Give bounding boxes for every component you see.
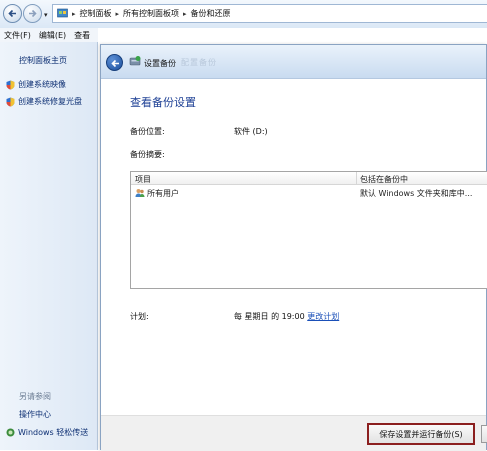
list-item-name: 所有用户 [147, 189, 179, 198]
forward-button[interactable] [23, 4, 42, 23]
transfer-icon [6, 428, 15, 437]
windows-easy-transfer-label: Windows 轻松传送 [18, 428, 89, 437]
schedule-value: 每 星期日 的 19:00 [234, 312, 305, 321]
wizard-title: 设置备份 [144, 59, 176, 68]
menu-file[interactable]: 文件(F) [4, 30, 31, 41]
see-also-heading: 另请参阅 [19, 392, 51, 401]
shield-icon [6, 97, 15, 106]
backup-location-value: 软件 (D:) [234, 127, 268, 136]
forward-arrow-icon [29, 9, 37, 18]
backup-icon [129, 56, 141, 66]
change-schedule-link[interactable]: 更改计划 [307, 312, 339, 321]
back-arrow-icon [8, 9, 16, 18]
wizard-back-button[interactable] [106, 54, 123, 71]
breadcrumb-separator: ▸ [115, 9, 120, 18]
setup-backup-wizard: 设置备份 配置备份 查看备份设置 备份位置: 软件 (D:) 备份摘要: 项目 … [100, 44, 487, 451]
breadcrumb-control-panel[interactable]: 控制面板 [80, 8, 112, 19]
breadcrumb-separator: ▸ [72, 9, 76, 18]
breadcrumb-separator: ▸ [183, 9, 187, 18]
list-item[interactable]: 所有用户 默认 Windows 文件夹和库中... [131, 187, 487, 199]
list-header: 项目 包括在备份中 [131, 172, 487, 185]
breadcrumb-all-items[interactable]: 所有控制面板项 [123, 8, 179, 19]
column-divider[interactable] [356, 172, 357, 185]
back-arrow-icon [111, 59, 119, 68]
shield-icon [6, 80, 15, 89]
address-bar-area: ▾ ▸ 控制面板 ▸ 所有控制面板项 ▸ 备份和还原 [0, 0, 487, 28]
schedule-label: 计划: [130, 312, 149, 321]
users-icon [135, 189, 145, 197]
backup-summary-list[interactable]: 项目 包括在备份中 所有用户 默认 Windows 文件夹和库中... [130, 171, 487, 289]
save-and-run-backup-button[interactable]: 保存设置并运行备份(S) [367, 423, 475, 445]
schedule-value-row: 每 星期日 的 19:00 更改计划 [234, 311, 339, 322]
back-button[interactable] [3, 4, 22, 23]
list-item-included: 默认 Windows 文件夹和库中... [360, 189, 473, 198]
column-header-included[interactable]: 包括在备份中 [360, 174, 408, 185]
wizard-title-bar: 设置备份 配置备份 [101, 45, 486, 79]
control-panel-icon [57, 8, 68, 18]
breadcrumb-backup-restore[interactable]: 备份和还原 [191, 8, 231, 19]
create-repair-disc-label: 创建系统修复光盘 [18, 97, 82, 106]
menu-view[interactable]: 查看 [74, 30, 90, 41]
left-navigation-pane: 控制面板主页 创建系统映像 创建系统修复光盘 另请参阅 操作中心 Windows… [0, 42, 98, 450]
menu-bar: 文件(F) 编辑(E) 查看 [0, 28, 98, 42]
create-repair-disc-link[interactable]: 创建系统修复光盘 [6, 96, 82, 107]
history-dropdown-icon[interactable]: ▾ [44, 11, 48, 19]
address-input[interactable]: ▸ 控制面板 ▸ 所有控制面板项 ▸ 备份和还原 [52, 4, 487, 23]
windows-easy-transfer-link[interactable]: Windows 轻松传送 [6, 427, 88, 438]
backup-summary-label: 备份摘要: [130, 150, 165, 159]
control-panel-home-link[interactable]: 控制面板主页 [19, 55, 67, 66]
wizard-ghost-title: 配置备份 [181, 58, 217, 67]
menu-edit[interactable]: 编辑(E) [39, 30, 66, 41]
cancel-button[interactable] [481, 425, 487, 443]
wizard-footer: 保存设置并运行备份(S) [101, 415, 487, 451]
column-header-item[interactable]: 项目 [135, 174, 151, 185]
action-center-link[interactable]: 操作中心 [19, 409, 51, 420]
create-system-image-label: 创建系统映像 [18, 80, 66, 89]
backup-location-label: 备份位置: [130, 127, 165, 136]
page-heading: 查看备份设置 [130, 96, 196, 109]
create-system-image-link[interactable]: 创建系统映像 [6, 79, 66, 90]
